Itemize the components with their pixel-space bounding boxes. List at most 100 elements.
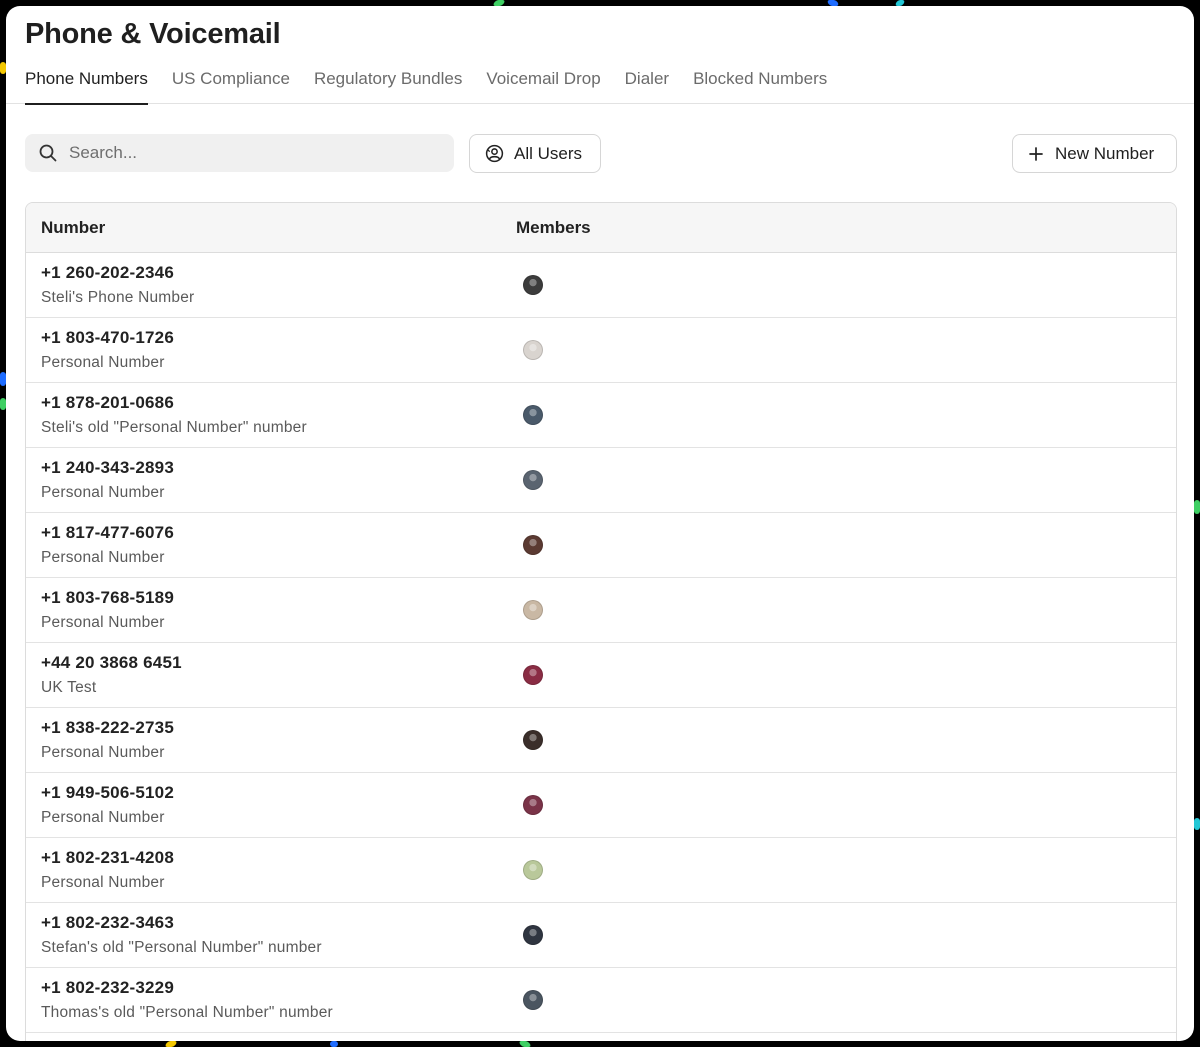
number-label: Stefan's old "Personal Number" number xyxy=(41,938,322,956)
phone-number: +1 803-768-5189 xyxy=(41,587,174,607)
tab-dialer[interactable]: Dialer xyxy=(625,64,669,104)
decoration xyxy=(1194,818,1200,830)
phone-number: +1 260-202-2346 xyxy=(41,262,174,282)
decoration xyxy=(1194,500,1200,514)
column-header-members[interactable]: Members xyxy=(516,218,591,238)
number-label: Personal Number xyxy=(41,353,165,371)
number-cell: +1 817-477-6076 Personal Number xyxy=(26,522,516,569)
avatar[interactable] xyxy=(523,535,543,555)
phone-numbers-table: Number Members +1 260-202-2346 Steli's Ph… xyxy=(25,202,1177,1041)
avatar[interactable] xyxy=(523,925,543,945)
table-row[interactable]: +1 803-470-1726 Personal Number xyxy=(26,318,1176,383)
number-cell: +1 260-202-2346 Steli's Phone Number xyxy=(26,262,516,309)
tab-voicemail-drop[interactable]: Voicemail Drop xyxy=(486,64,600,104)
number-label: Steli's Phone Number xyxy=(41,288,195,306)
members-cell xyxy=(516,665,543,685)
number-cell: +44 20 3868 6451 UK Test xyxy=(26,652,516,699)
members-cell xyxy=(516,535,543,555)
phone-number: +1 949-506-5102 xyxy=(41,782,174,802)
column-header-number[interactable]: Number xyxy=(26,218,516,238)
number-label: Personal Number xyxy=(41,483,165,501)
members-cell xyxy=(516,925,543,945)
tab-phone-numbers[interactable]: Phone Numbers xyxy=(25,64,148,105)
phone-number: +1 803-470-1726 xyxy=(41,327,174,347)
members-cell xyxy=(516,275,543,295)
table-row[interactable]: +1 878-201-0686 Steli's old "Personal Num… xyxy=(26,383,1176,448)
avatar[interactable] xyxy=(523,275,543,295)
number-cell: +1 803-768-5189 Personal Number xyxy=(26,587,516,634)
table-row[interactable]: +1 803-768-5189 Personal Number xyxy=(26,578,1176,643)
phone-number: +1 878-201-0686 xyxy=(41,392,174,412)
search-icon xyxy=(39,144,57,162)
members-cell xyxy=(516,405,543,425)
avatar[interactable] xyxy=(523,665,543,685)
number-cell: +1 802-231-4208 Personal Number xyxy=(26,847,516,894)
new-number-button[interactable]: New Number xyxy=(1012,134,1177,173)
phone-number: +1 802-231-4208 xyxy=(41,847,174,867)
number-cell: +1 240-343-2893 Personal Number xyxy=(26,457,516,504)
app-window: Phone & Voicemail Phone Numbers US Compl… xyxy=(6,6,1194,1041)
avatar[interactable] xyxy=(523,730,543,750)
table-row[interactable]: +1 817-477-6076 Personal Number xyxy=(26,513,1176,578)
members-cell xyxy=(516,600,543,620)
number-cell: +1 802-232-3463 Stefan's old "Personal Nu… xyxy=(26,912,516,959)
tab-us-compliance[interactable]: US Compliance xyxy=(172,64,290,104)
tab-bar: Phone Numbers US Compliance Regulatory B… xyxy=(6,64,1194,105)
number-label: Personal Number xyxy=(41,548,165,566)
number-cell: +1 949-506-5102 Personal Number xyxy=(26,782,516,829)
phone-number: +44 20 3868 6451 xyxy=(41,652,182,672)
table-header: Number Members xyxy=(26,203,1176,253)
table-row[interactable]: +1 802-232-3463 Stefan's old "Personal Nu… xyxy=(26,903,1176,968)
page-title: Phone & Voicemail xyxy=(25,18,281,50)
table-row[interactable]: +1 240-343-2893 Personal Number xyxy=(26,448,1176,513)
number-cell: +1 802-232-3229 Thomas's old "Personal Nu… xyxy=(26,977,516,1024)
avatar[interactable] xyxy=(523,860,543,880)
number-label: Steli's old "Personal Number" number xyxy=(41,418,307,436)
table-row[interactable]: +1 949-506-5102 Personal Number xyxy=(26,773,1176,838)
phone-number: +1 802-232-3463 xyxy=(41,912,174,932)
number-label: Thomas's old "Personal Number" number xyxy=(41,1003,333,1021)
table-body: +1 260-202-2346 Steli's Phone Number +1 80… xyxy=(26,253,1176,1033)
avatar[interactable] xyxy=(523,600,543,620)
new-number-label: New Number xyxy=(1055,143,1155,163)
search-input[interactable] xyxy=(69,143,409,163)
plus-icon xyxy=(1029,146,1043,161)
members-cell xyxy=(516,860,543,880)
all-users-label: All Users xyxy=(514,143,583,163)
phone-number: +1 802-232-3229 xyxy=(41,977,174,997)
tab-blocked-numbers[interactable]: Blocked Numbers xyxy=(693,64,827,104)
number-label: Personal Number xyxy=(41,613,165,631)
phone-number: +1 240-343-2893 xyxy=(41,457,174,477)
phone-number: +1 817-477-6076 xyxy=(41,522,174,542)
number-cell: +1 838-222-2735 Personal Number xyxy=(26,717,516,764)
members-cell xyxy=(516,730,543,750)
members-cell xyxy=(516,340,543,360)
number-label: Personal Number xyxy=(41,743,165,761)
avatar[interactable] xyxy=(523,340,543,360)
phone-number: +1 838-222-2735 xyxy=(41,717,174,737)
decoration xyxy=(518,1041,532,1047)
table-row[interactable]: +44 20 3868 6451 UK Test xyxy=(26,643,1176,708)
all-users-filter-button[interactable]: All Users xyxy=(469,134,601,173)
search-box[interactable] xyxy=(25,134,454,172)
decoration xyxy=(164,1041,178,1047)
avatar[interactable] xyxy=(523,470,543,490)
number-label: UK Test xyxy=(41,678,97,696)
tab-regulatory-bundles[interactable]: Regulatory Bundles xyxy=(314,64,462,104)
table-row[interactable]: +1 260-202-2346 Steli's Phone Number xyxy=(26,253,1176,318)
number-label: Personal Number xyxy=(41,873,165,891)
number-cell: +1 803-470-1726 Personal Number xyxy=(26,327,516,374)
table-row[interactable]: +1 802-232-3229 Thomas's old "Personal Nu… xyxy=(26,968,1176,1033)
avatar[interactable] xyxy=(523,990,543,1010)
decoration xyxy=(330,1041,338,1047)
members-cell xyxy=(516,470,543,490)
user-circle-icon xyxy=(485,144,504,163)
members-cell xyxy=(516,990,543,1010)
table-row[interactable]: +1 802-231-4208 Personal Number xyxy=(26,838,1176,903)
table-row[interactable]: +1 838-222-2735 Personal Number xyxy=(26,708,1176,773)
members-cell xyxy=(516,795,543,815)
number-cell: +1 878-201-0686 Steli's old "Personal Num… xyxy=(26,392,516,439)
avatar[interactable] xyxy=(523,405,543,425)
avatar[interactable] xyxy=(523,795,543,815)
number-label: Personal Number xyxy=(41,808,165,826)
